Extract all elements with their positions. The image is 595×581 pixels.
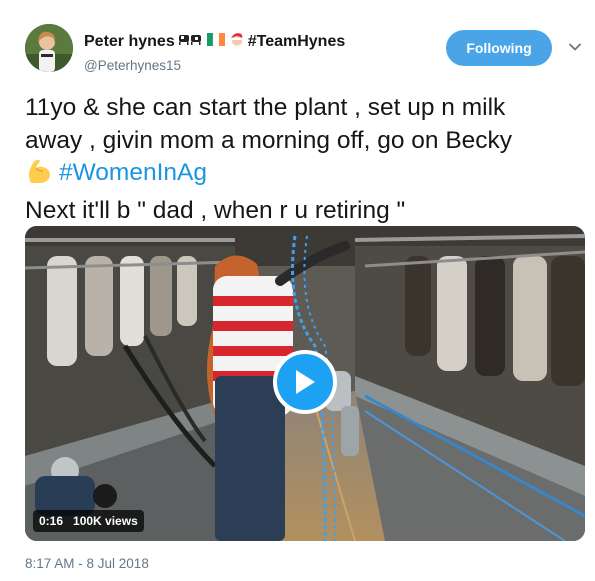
tweet-text: 11yo & she can start the plant , set up …: [25, 92, 585, 227]
author-name-suffix: #TeamHynes: [247, 32, 346, 50]
tweet-text-line: Next it'll b " dad , when r u retiring ": [25, 196, 406, 224]
author-info: Peter hynes #TeamHynes @Peterhynes15: [84, 30, 345, 73]
ireland-flag-icon: [206, 32, 225, 51]
video-duration: 0:16: [39, 514, 64, 528]
display-name[interactable]: Peter hynes #TeamHynes: [84, 30, 345, 53]
hashtag-link[interactable]: #WomenInAg: [59, 159, 207, 186]
tweet-text-line: #WomenInAg: [25, 157, 585, 195]
video-info-badge: 0:16 100K views: [33, 510, 144, 532]
video-player[interactable]: 0:16 100K views: [25, 226, 585, 541]
tweet-text-line: away , givin mom a morning off, go on Be…: [25, 126, 513, 154]
avatar[interactable]: [25, 24, 73, 72]
following-button[interactable]: Following: [446, 30, 552, 66]
tweet-card: Peter hynes #TeamHynes @Peterhynes15 Fol…: [0, 0, 595, 581]
play-icon: [296, 370, 315, 394]
santa-icon: [228, 30, 246, 53]
chevron-down-icon[interactable]: [568, 40, 582, 54]
video-views: 100K views: [73, 514, 138, 528]
play-button[interactable]: [273, 350, 337, 414]
cow-icon: [178, 32, 204, 51]
tweet-text-line: 11yo & she can start the plant , set up …: [25, 94, 506, 121]
author-name: Peter hynes: [84, 32, 175, 50]
flexed-biceps-icon: [25, 157, 53, 195]
author-handle[interactable]: @Peterhynes15: [84, 58, 345, 73]
tweet-timestamp[interactable]: 8:17 AM - 8 Jul 2018: [25, 556, 149, 571]
